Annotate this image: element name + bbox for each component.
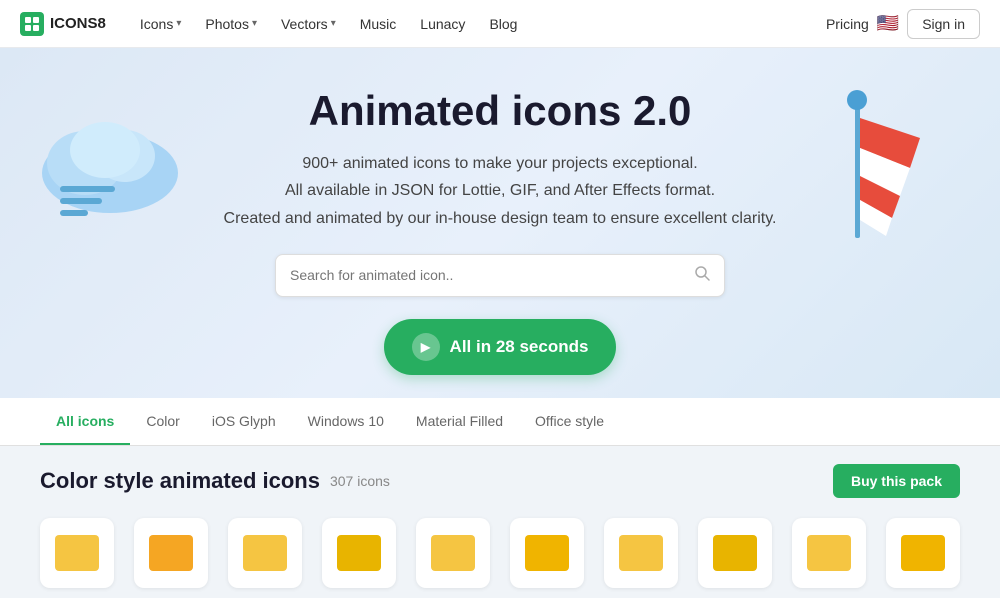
chevron-down-icon: ▾ [176, 18, 181, 29]
chevron-down-icon: ▾ [331, 18, 336, 29]
cta-button[interactable]: ▶ All in 28 seconds [384, 319, 617, 375]
tab-ios-glyph[interactable]: iOS Glyph [196, 399, 292, 445]
nav-right: Pricing 🇺🇸 Sign in [826, 9, 980, 39]
chevron-down-icon: ▾ [252, 18, 257, 29]
icon-card-3[interactable] [228, 518, 302, 588]
tab-color[interactable]: Color [130, 399, 195, 445]
cta-label: All in 28 seconds [450, 337, 589, 357]
nav-photos[interactable]: Photos ▾ [195, 10, 267, 38]
icon-preview-4 [337, 535, 381, 571]
tab-material-filled[interactable]: Material Filled [400, 399, 519, 445]
section-header: Color style animated icons 307 icons Buy… [0, 446, 1000, 508]
nav-lunacy[interactable]: Lunacy [410, 10, 475, 38]
play-icon: ▶ [412, 333, 440, 361]
tab-windows10[interactable]: Windows 10 [292, 399, 400, 445]
nav-vectors[interactable]: Vectors ▾ [271, 10, 346, 38]
icon-preview-9 [807, 535, 851, 571]
icons-preview [0, 508, 1000, 598]
icon-card-10[interactable] [886, 518, 960, 588]
icon-card-1[interactable] [40, 518, 114, 588]
search-icon [694, 265, 710, 286]
nav-blog[interactable]: Blog [479, 10, 527, 38]
windsock-illustration [800, 88, 940, 273]
logo-icon [20, 12, 44, 36]
hero-section: Animated icons 2.0 900+ animated icons t… [0, 48, 1000, 398]
tab-all-icons[interactable]: All icons [40, 399, 130, 445]
icon-preview-8 [713, 535, 757, 571]
icon-card-6[interactable] [510, 518, 584, 588]
icon-preview-1 [55, 535, 99, 571]
tabs-bar: All icons Color iOS Glyph Windows 10 Mat… [0, 398, 1000, 446]
icon-card-8[interactable] [698, 518, 772, 588]
icon-preview-10 [901, 535, 945, 571]
icon-preview-2 [149, 535, 193, 571]
nav-links: Icons ▾ Photos ▾ Vectors ▾ Music Lunacy … [130, 10, 826, 38]
icon-preview-7 [619, 535, 663, 571]
section-title: Color style animated icons 307 icons [40, 468, 390, 494]
logo-text: ICONS8 [50, 15, 106, 32]
icon-card-9[interactable] [792, 518, 866, 588]
icon-card-7[interactable] [604, 518, 678, 588]
logo[interactable]: ICONS8 [20, 12, 106, 36]
icon-preview-5 [431, 535, 475, 571]
search-bar [275, 254, 725, 297]
icon-preview-6 [525, 535, 569, 571]
icon-card-4[interactable] [322, 518, 396, 588]
section-count: 307 icons [330, 473, 390, 489]
nav-pricing[interactable]: Pricing [826, 16, 869, 32]
nav-music[interactable]: Music [350, 10, 407, 38]
icon-card-5[interactable] [416, 518, 490, 588]
icon-card-2[interactable] [134, 518, 208, 588]
tab-office-style[interactable]: Office style [519, 399, 620, 445]
cloud-illustration [30, 108, 190, 223]
flag-icon[interactable]: 🇺🇸 [877, 13, 899, 34]
buy-pack-button[interactable]: Buy this pack [833, 464, 960, 498]
nav-icons[interactable]: Icons ▾ [130, 10, 192, 38]
sign-in-button[interactable]: Sign in [907, 9, 980, 39]
icon-preview-3 [243, 535, 287, 571]
navbar: ICONS8 Icons ▾ Photos ▾ Vectors ▾ Music … [0, 0, 1000, 48]
search-input[interactable] [290, 267, 694, 283]
